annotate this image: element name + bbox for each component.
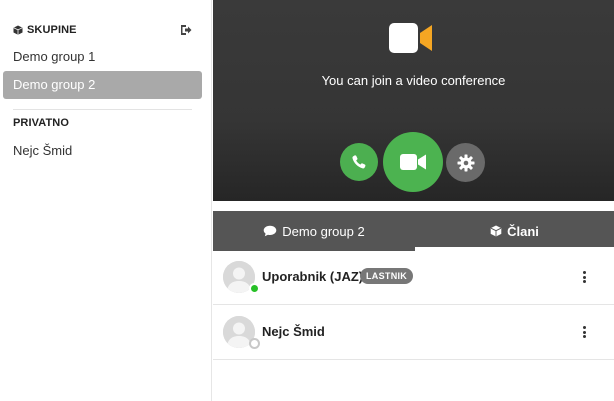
groups-header: SKUPINE: [13, 24, 77, 36]
member-row[interactable]: Nejc Šmid: [213, 306, 614, 360]
video-icon: [400, 154, 426, 170]
video-settings-button[interactable]: [446, 143, 485, 182]
cube-icon: [13, 25, 23, 35]
sidebar: SKUPINE Demo group 1 Demo group 2 PRIVAT…: [0, 0, 212, 401]
sidebar-item-demo-group-2[interactable]: Demo group 2: [3, 71, 202, 99]
sidebar-item-demo-group-1[interactable]: Demo group 1: [3, 43, 202, 71]
kebab-dot: [582, 335, 586, 338]
kebab-dot: [582, 275, 586, 279]
tab-members[interactable]: Člani: [415, 211, 614, 251]
member-row[interactable]: Uporabnik (JAZ) LASTNIK: [213, 251, 614, 305]
gear-icon: [457, 154, 474, 171]
cube-icon: [490, 225, 502, 237]
member-name: Uporabnik (JAZ): [262, 269, 364, 284]
phone-call-button[interactable]: [340, 143, 378, 181]
member-options-button[interactable]: [580, 323, 588, 341]
video-camera-icon: [389, 23, 432, 53]
owner-badge: LASTNIK: [360, 268, 414, 284]
logout-icon[interactable]: [180, 24, 192, 36]
chat-icon: [263, 225, 277, 237]
kebab-dot: [582, 330, 586, 334]
phone-icon: [352, 155, 366, 169]
sidebar-divider: [13, 109, 192, 110]
video-call-button[interactable]: [383, 132, 443, 192]
members-list: Uporabnik (JAZ) LASTNIK Nejc Šmid: [213, 251, 614, 401]
kebab-dot: [582, 280, 586, 283]
offline-status-indicator: [249, 338, 260, 349]
kebab-dot: [582, 271, 586, 274]
sidebar-item-nejc-smid[interactable]: Nejc Šmid: [3, 137, 202, 165]
groups-header-label: SKUPINE: [27, 24, 77, 36]
member-options-button[interactable]: [580, 268, 588, 286]
private-header: PRIVATNO: [13, 117, 70, 129]
tab-bar: Demo group 2 Člani: [213, 211, 614, 251]
tab-group-chat[interactable]: Demo group 2: [213, 211, 415, 251]
tab-members-label: Člani: [507, 223, 539, 239]
kebab-dot: [582, 326, 586, 329]
member-name: Nejc Šmid: [262, 324, 325, 339]
tab-group-label: Demo group 2: [282, 223, 365, 239]
video-conference-panel: You can join a video conference: [213, 0, 614, 201]
join-video-message: You can join a video conference: [321, 73, 506, 88]
online-status-indicator: [249, 283, 260, 294]
